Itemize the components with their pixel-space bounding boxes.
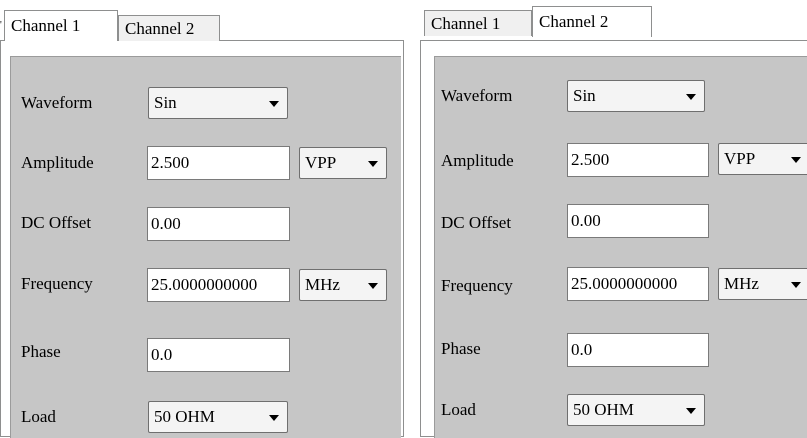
- frequency-unit-value: MHz: [305, 275, 340, 294]
- waveform-label: Waveform: [21, 93, 93, 112]
- load-value: 50 OHM: [154, 407, 215, 426]
- frequency-label: Frequency: [21, 274, 93, 293]
- tab-channel-2[interactable]: Channel 2: [532, 6, 652, 37]
- load-select[interactable]: 50 OHM: [148, 401, 288, 433]
- channel-panel-right: Channel 1 Channel 2 Waveform Sin Amplitu…: [420, 0, 807, 438]
- waveform-value: Sin: [154, 93, 177, 112]
- chevron-down-icon: [686, 408, 696, 414]
- top-left-mark: ': [0, 20, 2, 31]
- tab-channel-2[interactable]: Channel 2: [118, 15, 220, 41]
- waveform-label: Waveform: [441, 86, 513, 105]
- load-label: Load: [21, 407, 56, 426]
- chevron-down-icon: [269, 415, 279, 421]
- load-value: 50 OHM: [573, 400, 634, 419]
- frequency-unit-value: MHz: [724, 274, 759, 293]
- dc-offset-label: DC Offset: [21, 213, 92, 232]
- waveform-value: Sin: [573, 86, 596, 105]
- amplitude-unit-value: VPP: [724, 149, 756, 168]
- phase-label: Phase: [441, 339, 481, 358]
- channel-panel-left: ' Channel 1 Channel 2 Waveform Sin Ampli…: [0, 0, 404, 438]
- amplitude-unit-select[interactable]: VPP: [718, 143, 807, 175]
- amplitude-label: Amplitude: [21, 153, 94, 172]
- dc-offset-label: DC Offset: [441, 213, 512, 232]
- channel-settings-group: Waveform Sin Amplitude 2.500 VPP DC Offs…: [10, 56, 401, 438]
- frequency-input[interactable]: 25.0000000000: [147, 268, 290, 302]
- frequency-input[interactable]: 25.0000000000: [567, 267, 709, 301]
- tab-channel-1[interactable]: Channel 1: [4, 10, 118, 41]
- dc-offset-input[interactable]: 0.00: [567, 204, 709, 238]
- load-label: Load: [441, 400, 476, 419]
- chevron-down-icon: [368, 283, 378, 289]
- chevron-down-icon: [686, 94, 696, 100]
- phase-input[interactable]: 0.0: [147, 338, 290, 372]
- amplitude-unit-select[interactable]: VPP: [299, 147, 387, 179]
- load-select[interactable]: 50 OHM: [567, 394, 705, 426]
- phase-input[interactable]: 0.0: [567, 333, 709, 367]
- frequency-label: Frequency: [441, 276, 513, 295]
- amplitude-input[interactable]: 2.500: [567, 143, 709, 177]
- frequency-unit-select[interactable]: MHz: [299, 269, 387, 301]
- phase-label: Phase: [21, 342, 61, 361]
- chevron-down-icon: [368, 161, 378, 167]
- frequency-unit-select[interactable]: MHz: [718, 268, 807, 300]
- chevron-down-icon: [269, 101, 279, 107]
- channel-settings-group: Waveform Sin Amplitude 2.500 VPP DC Offs…: [434, 56, 807, 438]
- waveform-select[interactable]: Sin: [567, 80, 705, 112]
- chevron-down-icon: [791, 282, 801, 288]
- amplitude-unit-value: VPP: [305, 153, 337, 172]
- amplitude-label: Amplitude: [441, 151, 514, 170]
- tab-channel-1[interactable]: Channel 1: [424, 10, 532, 36]
- waveform-select[interactable]: Sin: [148, 87, 288, 119]
- amplitude-input[interactable]: 2.500: [147, 146, 290, 180]
- dc-offset-input[interactable]: 0.00: [147, 207, 290, 241]
- chevron-down-icon: [791, 157, 801, 163]
